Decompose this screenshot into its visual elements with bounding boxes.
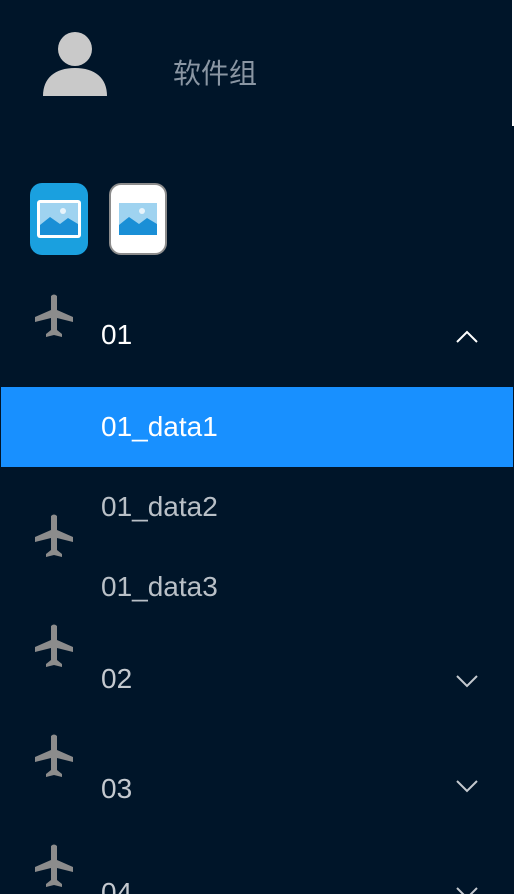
menu-group-label[interactable]: 03	[101, 773, 132, 805]
image-icon	[37, 200, 81, 238]
image-icon	[116, 200, 160, 238]
user-name: 软件组	[173, 58, 258, 89]
chevron-up-icon[interactable]	[455, 330, 479, 344]
submenu-item-label[interactable]: 01_data1	[101, 411, 218, 443]
chevron-down-icon[interactable]	[455, 674, 479, 688]
chevron-down-icon[interactable]	[455, 886, 479, 894]
menu-group-label[interactable]: 04	[101, 877, 132, 894]
airplane-icon	[35, 734, 73, 777]
menu-group-label[interactable]: 02	[101, 663, 132, 695]
airplane-icon	[35, 844, 73, 887]
sidebar: 软件组 01 01_data1 01_data2 01_data3 02 03 …	[0, 0, 514, 894]
submenu-item-label[interactable]: 01_data2	[101, 491, 218, 523]
submenu-item-selected[interactable]	[1, 387, 513, 467]
image-view-button-active[interactable]	[30, 183, 88, 255]
chevron-down-icon[interactable]	[455, 779, 479, 793]
airplane-icon	[35, 514, 73, 557]
airplane-icon	[35, 624, 73, 667]
airplane-icon	[35, 294, 73, 337]
image-view-button[interactable]	[109, 183, 167, 255]
submenu-item-label[interactable]: 01_data3	[101, 571, 218, 603]
user-avatar-icon[interactable]	[41, 30, 109, 96]
menu-group-label[interactable]: 01	[101, 319, 132, 351]
